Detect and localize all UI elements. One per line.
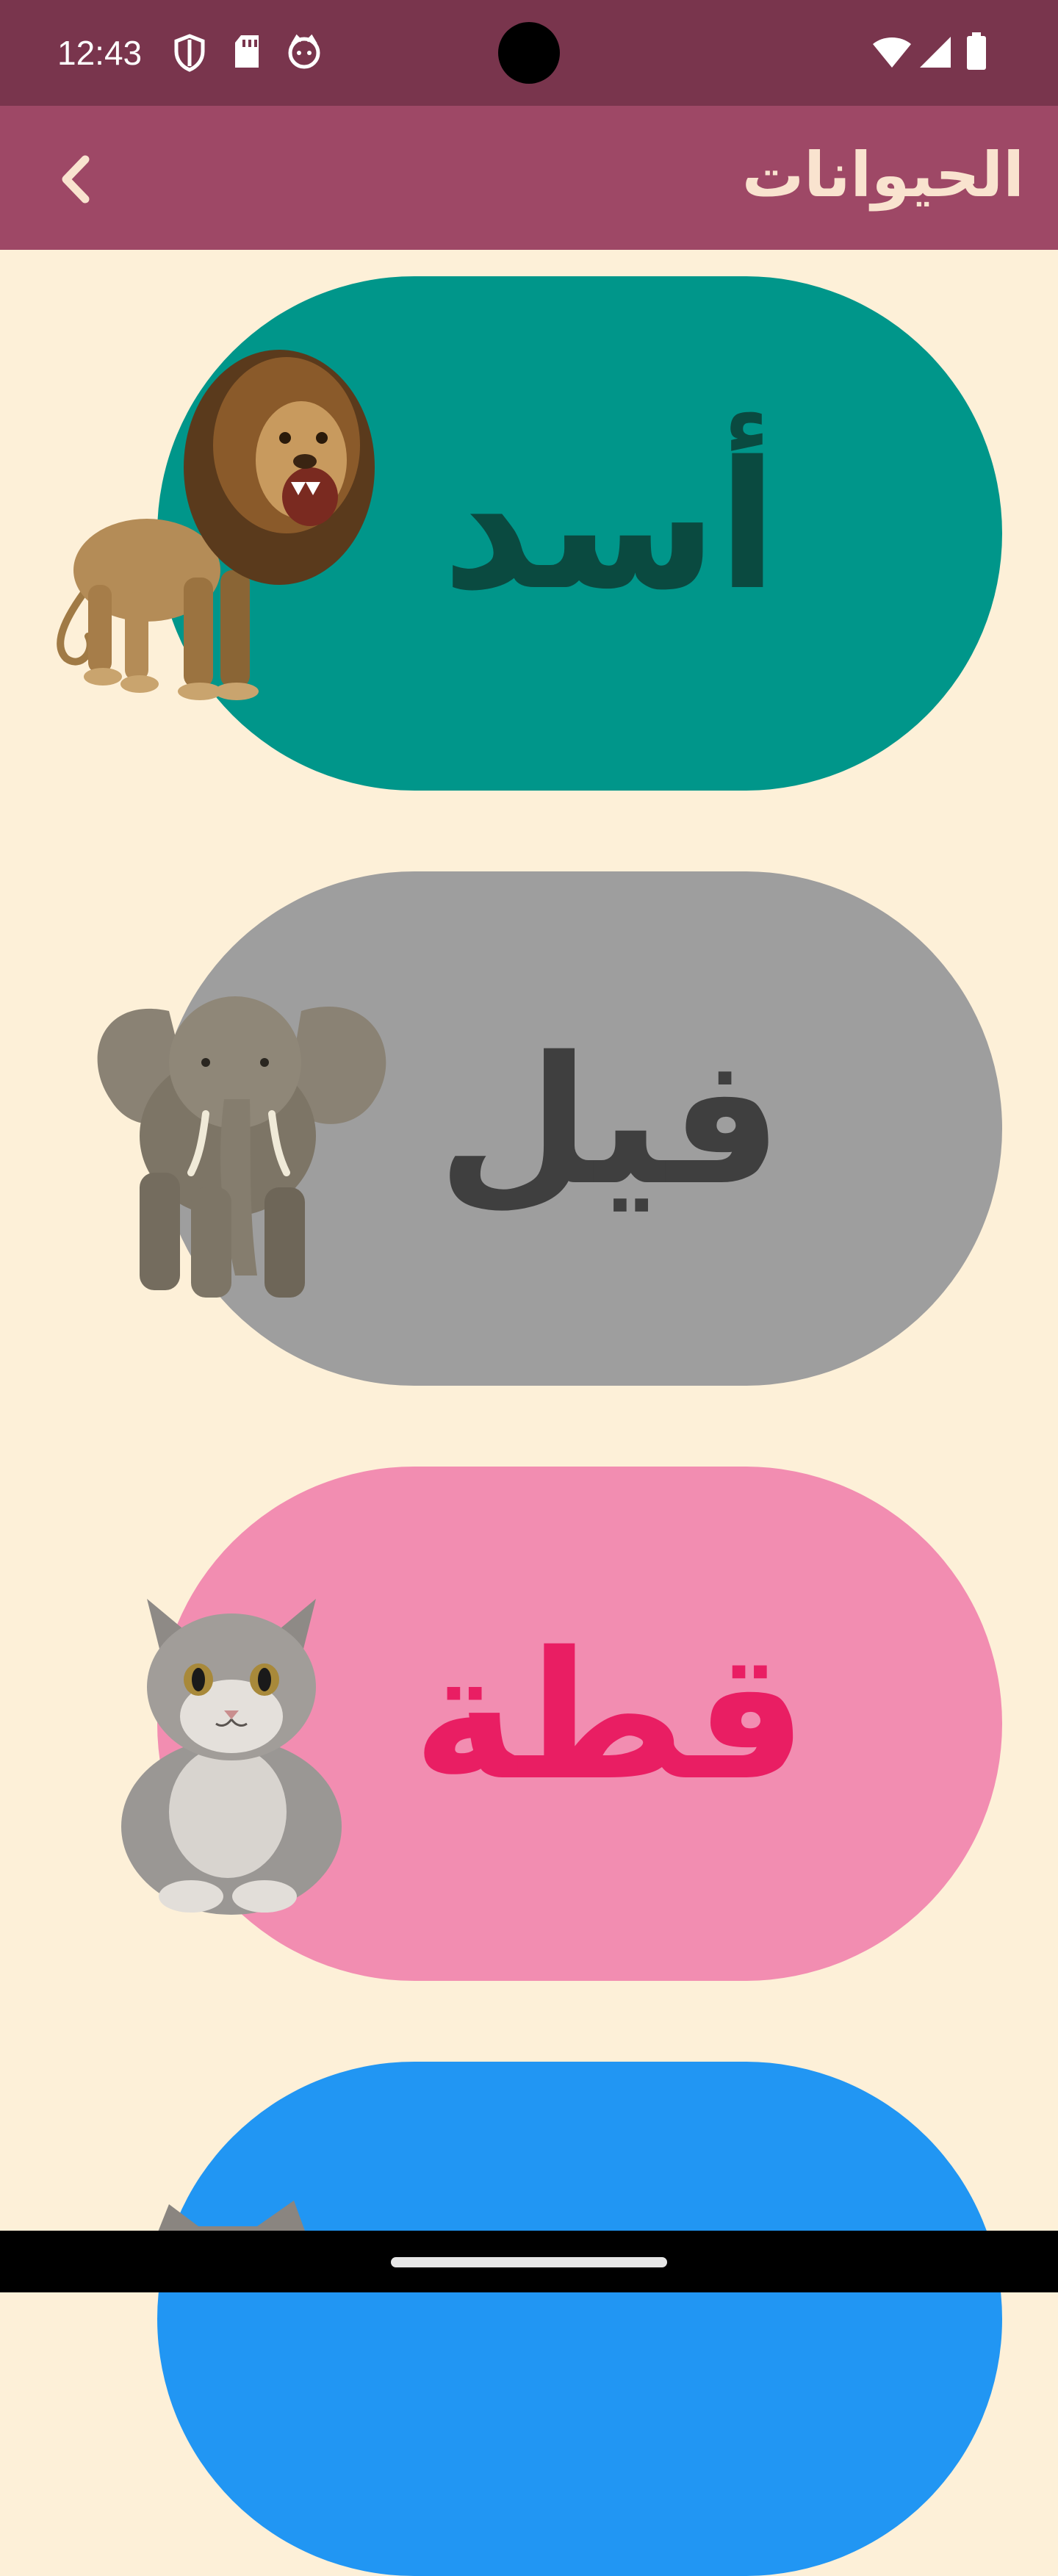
wifi-icon: [873, 37, 911, 68]
back-button[interactable]: [41, 144, 112, 215]
card-pill: [157, 2062, 1002, 2576]
page-title: الحيوانات: [741, 139, 1024, 211]
status-time: 12:43: [57, 34, 143, 72]
app-bar: الحيوانات: [0, 106, 1058, 250]
shield-icon: [174, 34, 205, 72]
animal-card-cat[interactable]: قطة: [0, 1467, 1058, 1981]
status-bar: 12:43: [0, 0, 1058, 106]
animal-card-partial[interactable]: [0, 2062, 1058, 2576]
face-icon: [288, 34, 320, 69]
animal-name-label: أسد: [442, 423, 778, 629]
home-gesture-handle[interactable]: [391, 2257, 667, 2267]
lion-image: [57, 350, 375, 700]
navigation-bar: [0, 2231, 1058, 2292]
cat-image: [121, 1599, 342, 1915]
front-camera: [498, 22, 560, 84]
battery-icon: [967, 32, 986, 70]
animal-card-elephant[interactable]: فيل: [0, 871, 1058, 1386]
animal-card-lion[interactable]: أسد: [0, 276, 1058, 791]
signal-icon: [920, 37, 951, 68]
animal-name-label: فيل: [437, 1018, 782, 1224]
sd-card-icon: [235, 35, 259, 68]
animal-name-label: قطة: [412, 1613, 807, 1819]
chevron-left-icon: [62, 155, 90, 204]
elephant-image: [97, 996, 386, 1298]
